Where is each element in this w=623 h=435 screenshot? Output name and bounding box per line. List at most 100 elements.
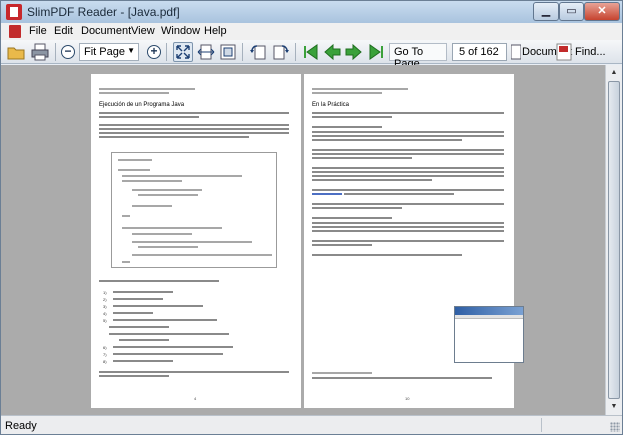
text-line [109,333,229,335]
section-heading: Ejecución de un Programa Java [99,102,185,108]
toolbar: − Fit Page ▼ + Go To Page 5 of 162 Docum… [1,40,622,70]
toolbar-separator [295,43,296,61]
text-line [312,149,504,151]
text-line [312,153,504,155]
footnote-rule [312,372,372,374]
maximize-button[interactable]: ▭ [559,2,584,21]
menu-view[interactable]: View [131,25,155,37]
last-page-icon[interactable] [366,42,386,62]
text-line [312,222,504,224]
text-line [312,175,504,177]
fit-page-icon[interactable] [173,42,193,62]
text-line [113,319,217,321]
find-button[interactable]: Find... [575,46,606,58]
text-line [113,312,153,314]
text-line [312,131,504,133]
text-line [312,189,504,191]
menu-file[interactable]: File [29,25,47,37]
actual-size-icon[interactable] [218,42,238,62]
text-line [344,193,454,195]
text-line [119,339,169,341]
text-line [312,135,504,137]
text-line [99,280,219,282]
page-number: 4 [194,396,197,401]
text-line [99,116,199,118]
footnote-line [312,377,492,379]
text-line [113,346,233,348]
list-item-number: 1) [103,290,107,295]
zoom-in-icon[interactable]: + [147,45,161,59]
fit-width-icon[interactable] [196,42,216,62]
text-line [113,360,173,362]
print-icon[interactable] [30,42,50,62]
menu-edit[interactable]: Edit [54,25,73,37]
window-title: SlimPDF Reader - [Java.pdf] [27,5,180,19]
find-icon[interactable] [556,42,576,62]
section-heading: En la Práctica [312,102,350,108]
link-text[interactable] [312,193,342,195]
status-divider [541,418,542,432]
page-header-line [99,92,169,94]
text-line [99,112,289,114]
list-item-number: 4) [103,311,107,316]
document-menu-icon[interactable] [9,25,21,38]
minimize-button[interactable]: ▁ [533,2,559,21]
menu-window[interactable]: Window [161,25,200,37]
text-line [99,124,289,126]
app-icon [6,4,22,20]
previous-page-icon[interactable] [322,42,342,62]
zoom-out-icon[interactable]: − [61,45,75,59]
zoom-value: Fit Page [84,46,125,58]
scroll-up-icon[interactable]: ▲ [608,67,620,79]
embedded-screenshot [454,306,524,363]
text-line [99,132,289,134]
document-icon[interactable] [510,43,522,63]
resize-grip-icon[interactable] [610,422,620,432]
go-to-page-button[interactable]: Go To Page [389,43,447,70]
list-item-number: 7) [103,352,107,357]
page-number: 10 [405,396,410,401]
list-item-number: 6) [103,345,107,350]
code-listing [111,152,277,268]
zoom-select[interactable]: Fit Page ▼ [79,43,139,61]
text-line [99,128,289,130]
status-bar: Ready [1,415,622,434]
text-line [312,203,504,205]
menu-help[interactable]: Help [204,25,227,37]
text-line [99,136,249,138]
text-line [312,126,382,128]
document-view[interactable]: Ejecución de un Programa Java 1) 2) 3) 4… [1,65,605,415]
close-button[interactable]: ✕ [584,2,620,21]
text-line [312,226,504,228]
text-line [312,157,412,159]
text-line [312,240,504,242]
next-page-icon[interactable] [344,42,364,62]
menu-document[interactable]: Document [81,25,131,37]
text-line [312,167,504,169]
pdf-page-right: En la Práctica 10 [304,74,524,408]
text-line [99,375,169,377]
list-item-number: 2) [103,297,107,302]
chevron-down-icon: ▼ [127,46,135,55]
open-folder-icon[interactable] [6,42,26,62]
status-text: Ready [5,420,37,432]
scrollbar-thumb[interactable] [608,81,620,399]
page-number-input[interactable]: 5 of 162 [452,43,507,61]
vertical-scrollbar[interactable]: ▲ ▼ [605,65,622,415]
page-header-line [312,88,408,90]
text-line [312,139,462,141]
text-line [113,291,173,293]
scroll-down-icon[interactable]: ▼ [608,401,620,413]
text-line [312,112,504,114]
text-line [312,244,372,246]
list-item-number: 5) [103,318,107,323]
page-header-line [99,88,195,90]
pdf-page-left: Ejecución de un Programa Java 1) 2) 3) 4… [91,74,301,408]
menu-bar: File Edit Document View Window Help [1,23,622,40]
title-bar: SlimPDF Reader - [Java.pdf] ▁ ▭ ✕ [1,1,622,23]
text-line [113,305,203,307]
rotate-right-icon[interactable] [271,42,291,62]
first-page-icon[interactable] [301,42,321,62]
rotate-left-icon[interactable] [248,42,268,62]
list-item-number: 8) [103,359,107,364]
